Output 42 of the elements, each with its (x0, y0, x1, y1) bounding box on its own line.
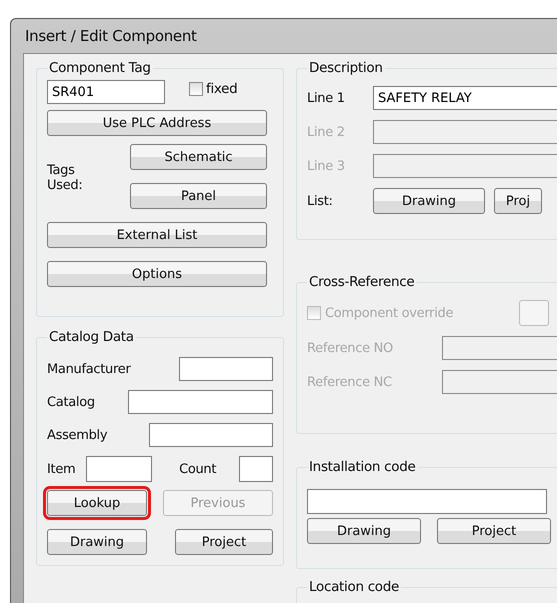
checkbox[interactable] (189, 82, 203, 96)
catalog-button[interactable]: Drawing (47, 529, 147, 555)
input-field[interactable] (307, 489, 547, 514)
input-field[interactable]: SAFETY RELAY (373, 86, 557, 110)
group-title: Location code (308, 579, 400, 595)
list-label: List: (307, 194, 334, 208)
group-title: Component Tag (48, 60, 152, 76)
list-button[interactable]: Drawing (373, 188, 485, 214)
tag-field[interactable]: SR401 (47, 80, 165, 104)
code-button[interactable]: Project (437, 518, 551, 544)
group-title: Installation code (308, 459, 417, 475)
group-title: Catalog Data (48, 329, 135, 345)
catalog-button[interactable]: Project (175, 529, 273, 555)
use-plc-address-button[interactable]: Use PLC Address (47, 110, 267, 136)
line-label: Line 3 (307, 158, 346, 174)
action-button[interactable]: External List (47, 222, 267, 248)
input-field[interactable] (149, 423, 273, 447)
tags-used-label: Tags Used: (47, 164, 84, 194)
checkbox-label: Component override (325, 306, 454, 320)
input-field[interactable] (128, 390, 273, 414)
line-label: Line 2 (307, 124, 346, 140)
checkbox-label: fixed (206, 81, 238, 97)
tag-button[interactable]: Panel (130, 183, 267, 209)
window-title: Insert / Edit Component (25, 27, 197, 45)
field-label: Manufacturer (47, 362, 130, 376)
field-label: Assembly (47, 428, 108, 442)
field-label: Count (179, 462, 216, 476)
field-label: Catalog (47, 394, 95, 410)
group-title: Description (308, 60, 384, 76)
button[interactable] (519, 300, 549, 326)
code-button[interactable]: Drawing (307, 518, 421, 544)
field-label: Reference NO (307, 340, 394, 356)
line-label: Line 1 (307, 90, 346, 106)
input-field[interactable] (86, 456, 152, 482)
list-button[interactable]: Proj (494, 188, 542, 214)
field-label: Item (47, 462, 76, 476)
action-button[interactable]: Options (47, 261, 267, 287)
field-label: Reference NC (307, 374, 393, 390)
tag-button[interactable]: Schematic (130, 144, 267, 170)
input-field[interactable] (179, 357, 273, 381)
input-field[interactable] (239, 456, 273, 482)
group-title: Cross-Reference (308, 274, 416, 290)
